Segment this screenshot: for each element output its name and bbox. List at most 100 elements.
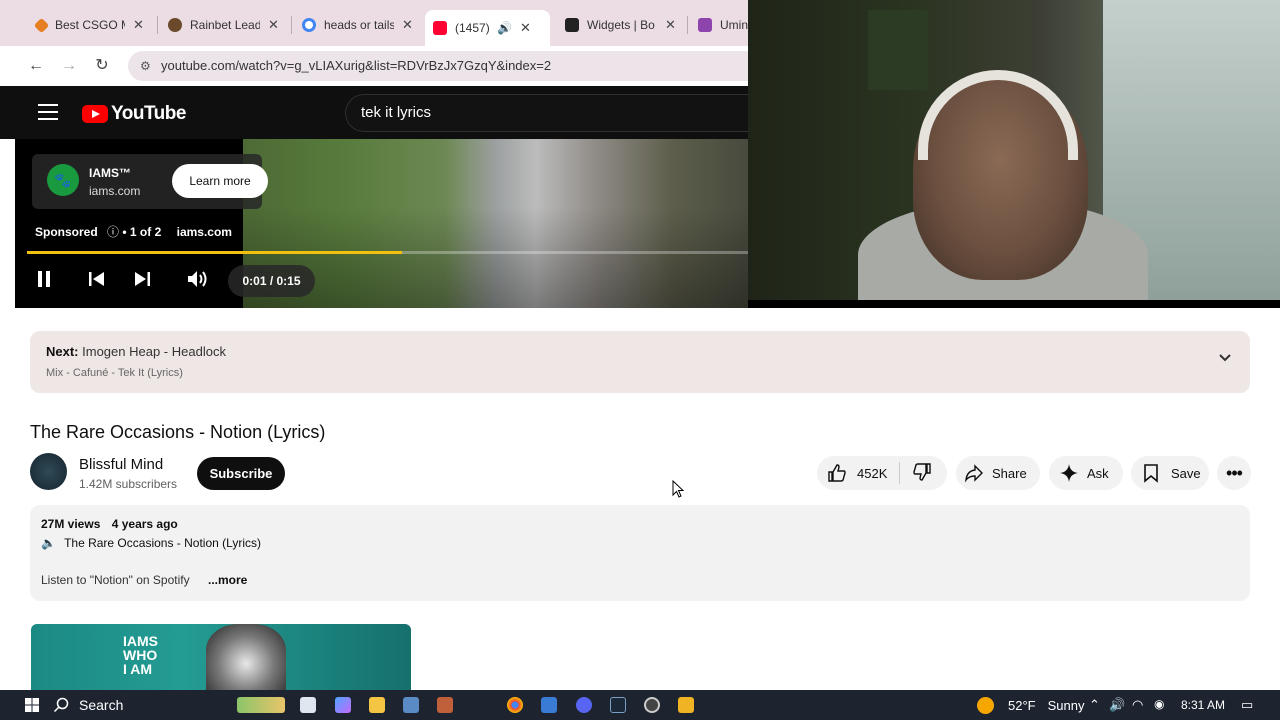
taskbar-edge [0,690,15,720]
tab-title: Best CSGO M [55,18,125,32]
ask-button[interactable]: Ask [1049,456,1123,490]
ad-thumbnail[interactable]: IAMS WHO I AM [31,624,411,690]
more-options-icon[interactable]: ••• [1217,456,1251,490]
windows-taskbar: Search 52°F Sunny ⌃ 🔊 ◠ ◉ 8:31 AM ▭ [15,690,1280,720]
next-icon[interactable] [133,270,151,293]
scrollbar[interactable] [1265,308,1280,690]
sparkle-icon [1060,464,1078,482]
upload-date: 4 years ago [111,517,178,531]
tab-rainbet[interactable]: Rainbet Lead ✕ [160,10,287,40]
close-icon[interactable]: ✕ [520,20,531,36]
chevron-up-icon[interactable]: ⌃ [1089,697,1100,713]
progress-bar[interactable] [27,251,748,254]
bookmark-icon [1144,464,1158,483]
next-label-row: Next: Imogen Heap - Headlock [46,344,226,359]
task-view-icon[interactable] [300,697,316,713]
google-icon [302,18,316,32]
dislike-button[interactable] [900,462,932,485]
windows-start-icon[interactable] [25,698,39,712]
speaker-icon[interactable]: 🔊 [497,21,512,35]
youtube-wordmark: YouTube [111,103,186,124]
notes-icon[interactable] [678,697,694,713]
channel-name[interactable]: Blissful Mind [79,456,163,473]
save-button[interactable]: Save [1131,456,1209,490]
forward-arrow-icon[interactable]: → [57,54,81,78]
close-icon[interactable]: ✕ [268,17,279,33]
weather-widget[interactable]: 52°F Sunny [977,697,1084,714]
subscribe-button[interactable]: Subscribe [197,457,285,490]
youtube-logo[interactable]: YouTube [82,103,186,125]
description-text: Listen to "Notion" on Spotify [41,573,190,587]
browser-tab-bar: Best CSGO M ✕ Rainbet Lead ✕ heads or ta… [0,0,748,46]
like-button[interactable]: 452K [817,463,899,483]
next-up-panel[interactable]: Next: Imogen Heap - Headlock Mix - Cafun… [30,331,1250,393]
previous-icon[interactable] [88,270,106,293]
ad-brand: IAMS™ [89,166,131,180]
app-icon[interactable] [437,697,453,713]
address-bar-row: ← → ↻ ⚙ youtube.com/watch?v=g_vLIAXurig&… [0,46,748,86]
notification-icon[interactable]: ▭ [1241,697,1253,713]
video-title: The Rare Occasions - Notion (Lyrics) [30,422,326,442]
like-count: 452K [857,465,888,481]
tab-heads-or-tails[interactable]: heads or tails ✕ [294,10,421,40]
chevron-down-icon[interactable] [1218,351,1232,365]
info-icon[interactable]: ⓘ [107,225,119,239]
search-highlight-icon[interactable] [237,697,285,713]
speaker-icon[interactable]: 🔊 [1109,697,1125,713]
webcam-icon[interactable]: ◉ [1154,697,1164,711]
taskbar-search[interactable]: Search [53,690,123,720]
tab-title: heads or tails [324,18,394,32]
next-title: Imogen Heap - Headlock [82,344,226,359]
sponsor-domain[interactable]: iams.com [177,225,232,239]
steam-taskbar-icon[interactable] [610,697,626,713]
wifi-icon[interactable]: ◠ [1132,697,1143,713]
ad-thumb-text: IAMS WHO I AM [123,633,158,677]
system-clock[interactable]: 8:31 AM [1181,698,1225,712]
back-arrow-icon[interactable]: ← [24,54,48,78]
sponsored-line: Sponsored ⓘ • 1 of 2 iams.com [35,223,232,240]
progress-fill [27,251,402,254]
ad-domain: iams.com [89,184,141,198]
learn-more-button[interactable]: Learn more [172,164,268,198]
chrome-icon[interactable] [507,697,523,713]
share-button[interactable]: Share [956,456,1040,490]
ask-label: Ask [1087,465,1109,481]
show-more-link[interactable]: ...more [208,573,247,587]
site-info-icon[interactable]: ⚙ [140,51,151,81]
rainbet-icon [168,18,182,32]
url-text: youtube.com/watch?v=g_vLIAXurig&list=RDV… [161,58,552,73]
video-player[interactable]: 🐾 IAMS™ iams.com Learn more Sponsored ⓘ … [15,139,748,308]
pause-icon[interactable] [37,270,53,293]
steam-icon[interactable] [403,697,419,713]
umin-icon [698,18,712,32]
tab-youtube-active[interactable]: (1457) Th 🔊 ✕ [425,10,550,46]
discord-icon[interactable] [576,697,592,713]
close-icon[interactable]: ✕ [402,17,413,33]
url-input[interactable]: ⚙ youtube.com/watch?v=g_vLIAXurig&list=R… [128,51,748,81]
audio-title: The Rare Occasions - Notion (Lyrics) [64,536,262,550]
thumbs-down-icon [913,462,931,481]
description-box[interactable]: 27M views 4 years ago 🔈 The Rare Occasio… [30,505,1250,601]
youtube-header: YouTube tek it lyrics [0,86,748,139]
time-display: 0:01 / 0:15 [228,265,315,297]
search-input[interactable]: tek it lyrics [345,94,748,132]
app-store-icon[interactable] [541,697,557,713]
volume-icon[interactable] [187,270,209,293]
channel-avatar[interactable] [30,453,67,490]
close-icon[interactable]: ✕ [133,17,144,33]
overlay-border [748,300,1280,308]
subscriber-count: 1.42M subscribers [79,477,178,491]
playlist-name: Mix - Cafuné - Tek It (Lyrics) [46,367,183,379]
file-explorer-icon[interactable] [369,697,385,713]
tab-widgets[interactable]: Widgets | Bo ✕ [557,10,684,40]
like-dislike-group: 452K [817,456,947,490]
reload-icon[interactable]: ↻ [90,54,114,78]
dog-image [206,624,286,690]
obs-icon[interactable] [644,697,660,713]
tab-best-csgo[interactable]: Best CSGO M ✕ [28,10,152,40]
temperature: 52°F [1008,698,1036,713]
tab-title: Rainbet Lead [190,18,260,32]
copilot-icon[interactable] [335,697,351,713]
close-icon[interactable]: ✕ [665,17,676,33]
menu-icon[interactable] [38,104,58,120]
